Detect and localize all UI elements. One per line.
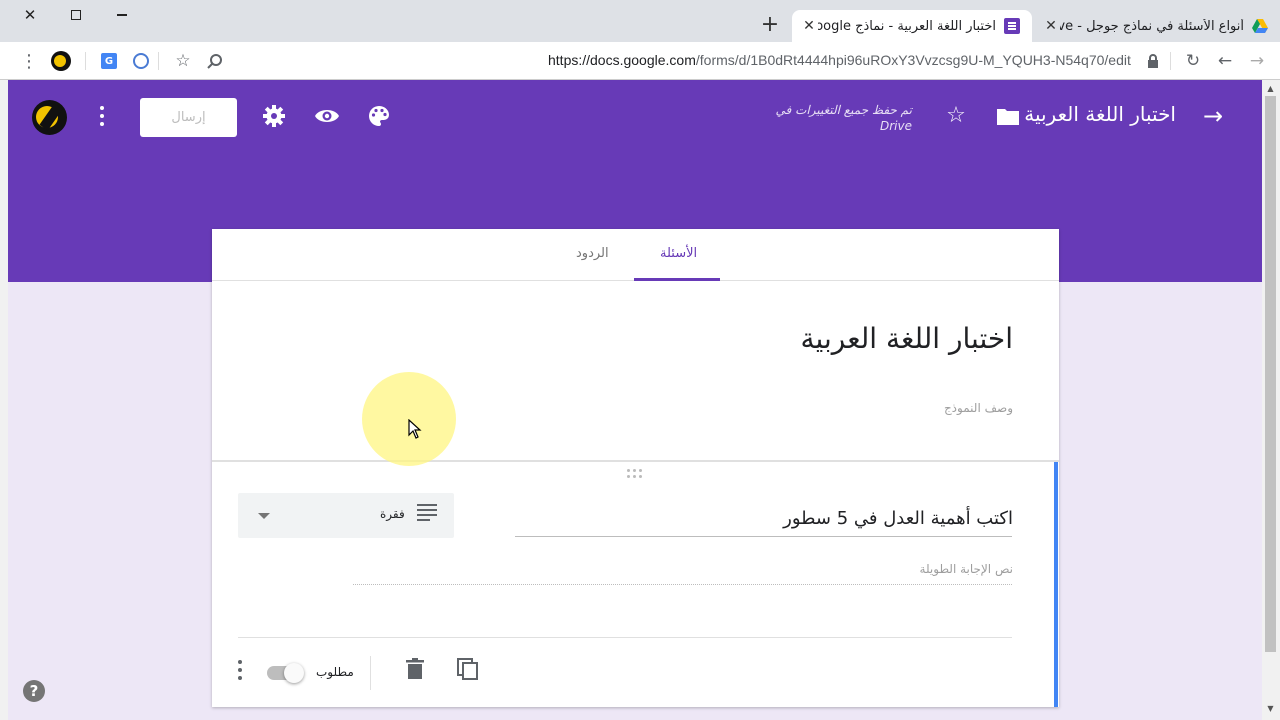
question-footer-divider xyxy=(238,637,1012,638)
scroll-down-arrow-icon[interactable]: ▼ xyxy=(1265,704,1276,714)
url-text[interactable]: https://docs.google.com/forms/d/1B0dRt44… xyxy=(548,52,1131,68)
active-tab-indicator xyxy=(634,278,720,281)
browser-tab-inactive[interactable]: ✕ أنواع الأسئلة في نماذج جوجل - Drive xyxy=(1034,10,1280,42)
url-path: /forms/d/1B0dRt4444hpi96uROxY3Vvzcsg9U-M… xyxy=(695,52,1131,68)
question-title-input[interactable]: اكتب أهمية العدل في 5 سطور xyxy=(783,508,1013,529)
form-tabs xyxy=(212,229,1059,281)
paragraph-icon xyxy=(417,504,437,521)
more-options-icon[interactable] xyxy=(98,106,106,128)
send-button[interactable]: إرسال xyxy=(140,98,237,137)
url-host: https://docs.google.com xyxy=(548,52,696,68)
form-description-input[interactable]: وصف النموذج xyxy=(944,401,1013,415)
section-divider xyxy=(212,460,1059,462)
mouse-cursor-icon xyxy=(408,418,422,443)
arrow-back-icon[interactable]: → xyxy=(1199,102,1227,130)
required-label: مطلوب xyxy=(316,665,354,679)
tab-title: أنواع الأسئلة في نماذج جوجل - Drive xyxy=(1060,18,1244,34)
scroll-up-arrow-icon[interactable]: ▲ xyxy=(1265,84,1276,94)
forward-icon[interactable]: → xyxy=(1246,50,1268,72)
toolbar-divider xyxy=(1170,52,1171,70)
toolbar-divider xyxy=(158,52,159,70)
page-left-edge xyxy=(0,80,8,720)
long-answer-line xyxy=(353,584,1012,585)
settings-gear-icon[interactable] xyxy=(260,102,288,130)
required-toggle-knob[interactable] xyxy=(284,663,304,683)
question-more-icon[interactable] xyxy=(236,660,244,682)
maximize-window-icon[interactable] xyxy=(61,4,91,26)
help-icon[interactable]: ? xyxy=(23,680,45,702)
question-type-label: فقرة xyxy=(380,507,405,521)
reload-icon[interactable]: ↻ xyxy=(1182,50,1204,72)
delete-icon[interactable] xyxy=(403,657,427,681)
dropdown-caret-icon xyxy=(258,513,270,519)
tab-close-icon[interactable]: ✕ xyxy=(800,18,818,34)
zoom-icon[interactable] xyxy=(204,50,226,72)
palette-icon[interactable] xyxy=(366,103,392,129)
form-title-input[interactable]: اختبار اللغة العربية xyxy=(801,322,1013,355)
minimize-window-icon[interactable] xyxy=(107,4,137,26)
star-icon[interactable]: ☆ xyxy=(943,102,969,128)
scrollbar-thumb[interactable] xyxy=(1265,96,1276,652)
tab-responses[interactable]: الردود xyxy=(576,246,609,261)
question-title-underline xyxy=(515,536,1012,537)
header-form-title[interactable]: اختبار اللغة العربية xyxy=(1024,102,1176,126)
profile-avatar-icon[interactable] xyxy=(51,51,71,71)
long-answer-placeholder: نص الإجابة الطويلة xyxy=(919,562,1013,576)
tab-close-icon[interactable]: ✕ xyxy=(1042,18,1060,34)
translate-extension-icon[interactable]: G xyxy=(98,50,120,72)
toolbar-divider xyxy=(85,52,86,70)
bookmark-star-icon[interactable]: ☆ xyxy=(172,50,194,72)
question-focus-accent xyxy=(1054,462,1058,707)
address-bar: ⋮ G ☆ https://docs.google.com/forms/d/1B… xyxy=(0,42,1280,80)
google-drive-icon xyxy=(1252,19,1268,33)
footer-separator xyxy=(370,656,371,690)
google-forms-icon xyxy=(1004,18,1020,34)
sync-extension-icon[interactable] xyxy=(130,50,152,72)
saved-status: تم حفظ جميع التغييرات في Drive xyxy=(775,103,912,133)
lock-icon[interactable] xyxy=(1142,50,1164,72)
close-window-icon[interactable]: ✕ xyxy=(15,4,45,26)
folder-icon[interactable] xyxy=(995,104,1021,128)
browser-menu-icon[interactable]: ⋮ xyxy=(18,50,40,72)
drag-handle-icon[interactable] xyxy=(626,468,646,480)
new-tab-icon[interactable]: + xyxy=(760,12,780,37)
browser-tab-active[interactable]: ✕ اختبار اللغة العربية - نماذج Google xyxy=(792,10,1032,42)
tab-title: اختبار اللغة العربية - نماذج Google xyxy=(818,18,996,34)
browser-tab-strip: ✕ + ✕ اختبار اللغة العربية - نماذج Googl… xyxy=(0,0,1280,42)
preview-eye-icon[interactable] xyxy=(313,103,341,129)
back-icon[interactable]: ← xyxy=(1214,50,1236,72)
tab-questions[interactable]: الأسئلة xyxy=(660,246,697,261)
duplicate-icon[interactable] xyxy=(456,657,480,681)
account-avatar[interactable] xyxy=(32,100,67,135)
